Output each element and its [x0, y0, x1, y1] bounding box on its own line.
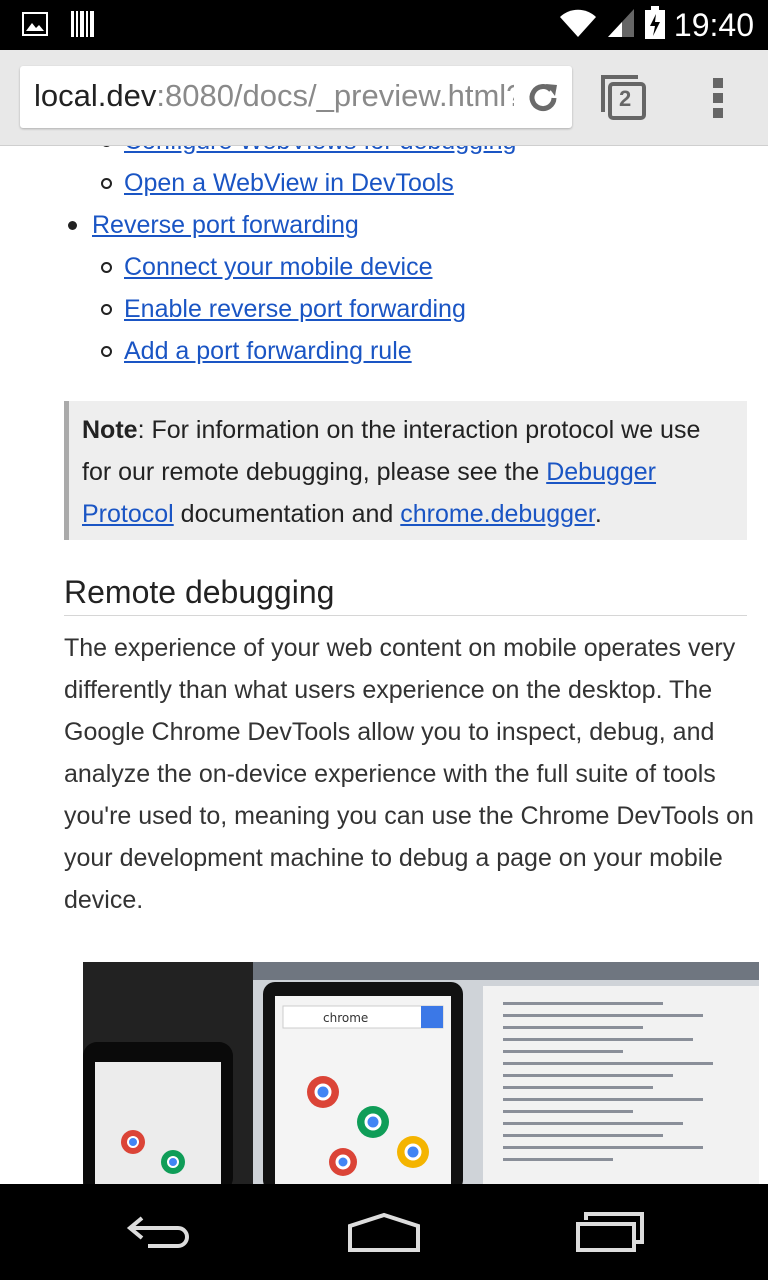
address-bar[interactable]: local.dev:8080/docs/_preview.html? [20, 66, 572, 128]
section-heading: Remote debugging [64, 571, 747, 616]
note-text: . [594, 500, 602, 528]
photo-screen-text: chrome [323, 1011, 368, 1025]
toc-item-configure-webviews: Configure WebViews for debugging [0, 146, 768, 162]
toc-link[interactable]: Configure WebViews for debugging [124, 146, 516, 155]
section-paragraph: The experience of your web content on mo… [64, 634, 754, 914]
note-label: Note [82, 416, 138, 444]
toc-item-open-webview: Open a WebView in DevTools [0, 162, 768, 204]
status-bar: 19:40 [0, 0, 768, 50]
toc-link[interactable]: Reverse port forwarding [92, 211, 359, 239]
battery-icon [644, 6, 666, 44]
circle-bullet [101, 146, 112, 147]
circle-bullet [101, 178, 112, 189]
toc-link[interactable]: Connect your mobile device [124, 253, 433, 281]
chrome-debugger-link[interactable]: chrome.debugger [400, 500, 595, 528]
url-host: local.dev [34, 78, 157, 113]
web-page[interactable]: Configure WebViews for debugging Open a … [0, 146, 768, 1184]
toc-link[interactable]: Add a port forwarding rule [124, 337, 412, 365]
tab-count: 2 [619, 86, 632, 111]
circle-bullet [101, 304, 112, 315]
note-box: Note: For information on the interaction… [64, 401, 747, 540]
toc-link[interactable]: Open a WebView in DevTools [124, 169, 454, 197]
devtools-photo-image: chrome [83, 962, 759, 1184]
recent-apps-icon[interactable] [574, 1212, 646, 1256]
circle-bullet [101, 262, 112, 273]
toc-item-connect-device: Connect your mobile device [0, 246, 768, 288]
note-text: documentation and [173, 500, 401, 528]
navigation-bar [0, 1184, 768, 1280]
toc-item-enable-reverse: Enable reverse port forwarding [0, 288, 768, 330]
table-of-contents: Configure WebViews for debugging Open a … [0, 146, 768, 372]
browser-toolbar: local.dev:8080/docs/_preview.html? 2 [0, 50, 768, 146]
reload-icon[interactable] [524, 79, 562, 117]
cell-signal-icon [606, 7, 636, 43]
barcode-notification-icon [70, 10, 96, 42]
wifi-icon [558, 7, 598, 43]
overflow-menu-button[interactable] [706, 76, 730, 120]
home-icon[interactable] [346, 1212, 422, 1256]
overflow-menu-icon [713, 78, 723, 118]
clock-time: 19:40 [673, 7, 754, 43]
disc-bullet [68, 221, 77, 230]
toc-item-add-rule: Add a port forwarding rule [0, 330, 768, 372]
tab-switcher-button[interactable]: 2 [600, 74, 648, 122]
back-icon[interactable] [124, 1212, 196, 1256]
url-text[interactable]: local.dev:8080/docs/_preview.html? [34, 78, 514, 114]
circle-bullet [101, 346, 112, 357]
toc-item-reverse-port-forwarding: Reverse port forwarding [0, 204, 768, 246]
image-notification-icon [22, 12, 48, 40]
toc-link[interactable]: Enable reverse port forwarding [124, 295, 466, 323]
url-path: :8080/docs/_preview.html? [156, 78, 514, 113]
devtools-photo: chrome [83, 962, 759, 1184]
